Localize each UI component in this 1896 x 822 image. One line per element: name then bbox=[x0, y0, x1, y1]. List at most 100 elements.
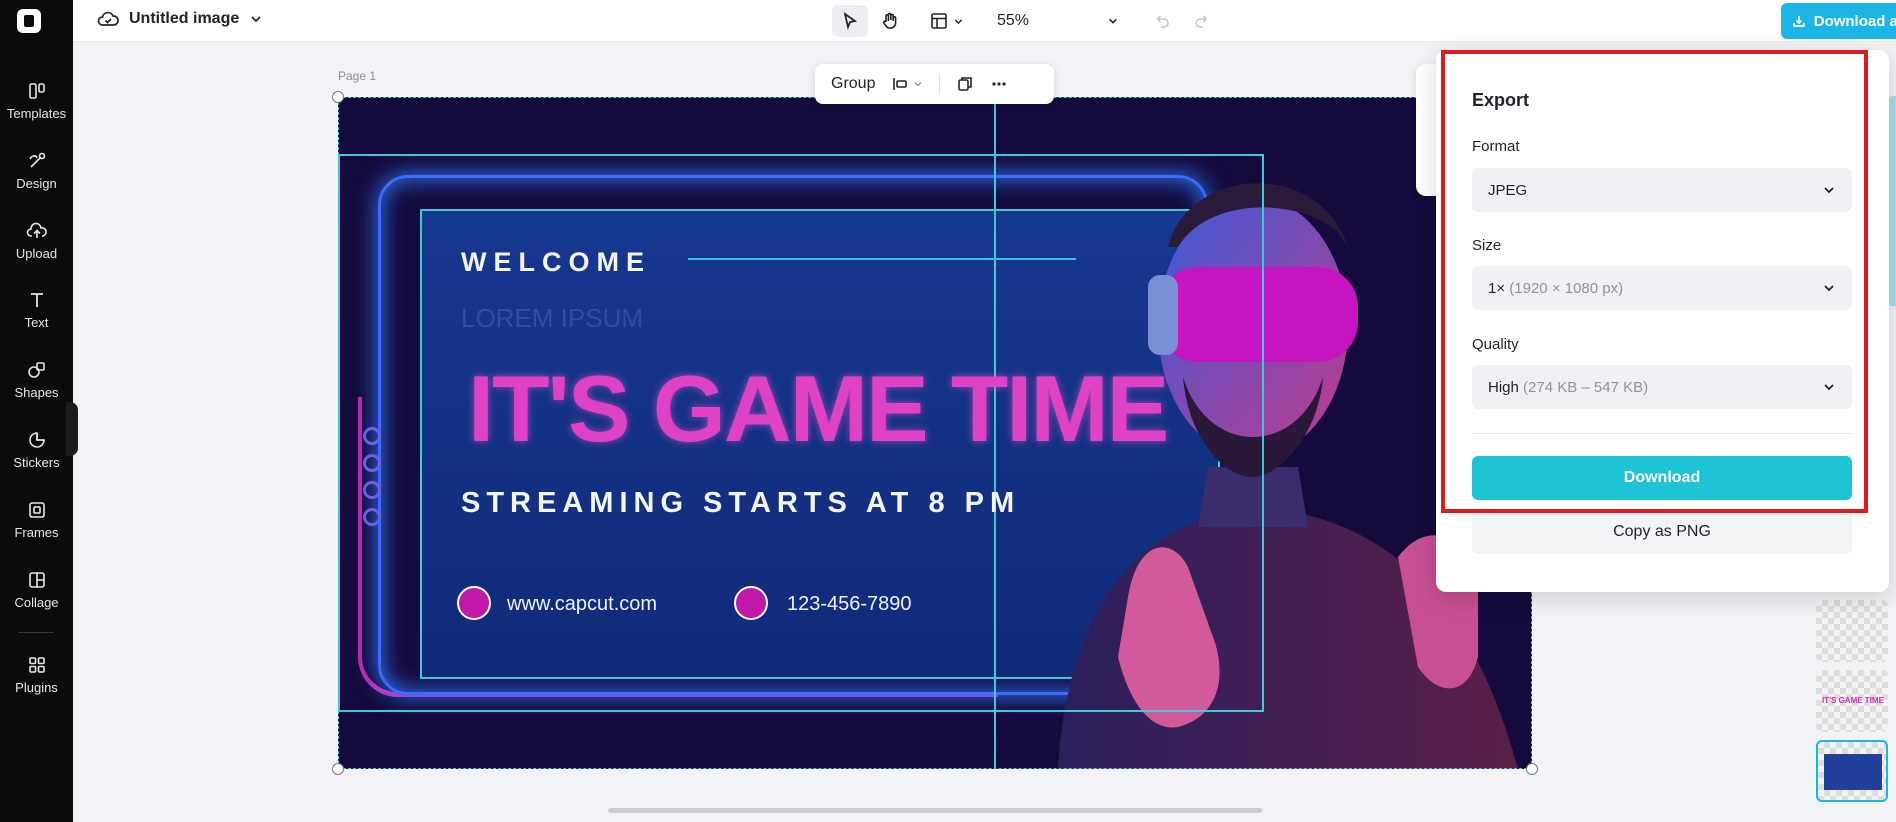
sidebar-item-label: Design bbox=[16, 176, 57, 191]
sidebar-item-label: Collage bbox=[14, 595, 59, 610]
resize-handle-top-left[interactable] bbox=[332, 91, 344, 103]
top-bar: Untitled image 55% Download all bbox=[73, 0, 1896, 42]
sidebar-item-upload[interactable]: Upload bbox=[0, 220, 73, 261]
chevron-down-icon bbox=[915, 82, 922, 87]
size-value: 1× bbox=[1488, 279, 1506, 297]
layout-menu-button[interactable] bbox=[922, 5, 970, 37]
document-title[interactable]: Untitled image bbox=[129, 10, 239, 28]
sidebar-item-label: Upload bbox=[15, 246, 58, 261]
sidebar-item-templates[interactable]: Templates bbox=[0, 80, 73, 121]
format-label: Format bbox=[1472, 138, 1520, 155]
text-icon bbox=[30, 293, 43, 307]
redo-button[interactable] bbox=[1187, 5, 1217, 37]
zoom-level-dropdown[interactable]: 55% bbox=[981, 5, 1045, 37]
cloud-sync-icon bbox=[97, 11, 119, 26]
document-title-area[interactable]: Untitled image bbox=[97, 8, 263, 30]
format-value: JPEG bbox=[1488, 181, 1528, 199]
resize-handle-bottom-right[interactable] bbox=[1526, 763, 1538, 775]
website-text[interactable]: www.capcut.com bbox=[507, 593, 657, 616]
sidebar-item-label: Templates bbox=[6, 106, 67, 121]
thumbnail-layer[interactable] bbox=[1816, 600, 1888, 662]
sidebar-divider bbox=[18, 632, 54, 633]
align-left-icon bbox=[893, 78, 908, 90]
export-title: Export bbox=[1472, 90, 1530, 110]
streaming-text[interactable]: STREAMING STARTS AT 8 PM bbox=[461, 487, 1020, 520]
zoom-chevron-button[interactable] bbox=[1101, 5, 1125, 37]
chevron-down-icon bbox=[1824, 187, 1834, 194]
quality-detail: (274 KB – 547 KB) bbox=[1523, 378, 1649, 396]
thumbnail-headline-text: IT'S GAME TIME bbox=[1822, 696, 1884, 705]
size-label: Size bbox=[1472, 237, 1502, 254]
plugins-grid-icon bbox=[28, 657, 45, 673]
design-icon bbox=[28, 152, 45, 168]
chevron-down-icon bbox=[251, 16, 261, 23]
chevron-down-icon bbox=[1109, 18, 1117, 24]
page-thumbnails: IT'S GAME TIME bbox=[1816, 600, 1888, 810]
sidebar-item-label: Shapes bbox=[14, 385, 59, 400]
sidebar-item-plugins[interactable]: Plugins bbox=[0, 654, 73, 695]
hand-icon bbox=[882, 12, 897, 29]
copy-as-png-button[interactable]: Copy as PNG bbox=[1472, 510, 1852, 554]
sidebar-item-text[interactable]: Text bbox=[0, 289, 73, 330]
frames-icon bbox=[28, 502, 45, 518]
phone-dot-icon bbox=[734, 586, 768, 620]
stickers-icon bbox=[28, 432, 45, 448]
resize-handle-bottom-left[interactable] bbox=[332, 763, 344, 775]
chevron-down-icon bbox=[1824, 384, 1834, 391]
size-detail: (1920 × 1080 px) bbox=[1509, 279, 1624, 297]
layers-icon[interactable] bbox=[956, 75, 974, 93]
align-menu-button[interactable] bbox=[891, 75, 923, 93]
download-button[interactable]: Download bbox=[1472, 456, 1852, 500]
right-panel-edge bbox=[1889, 96, 1896, 306]
sidebar-item-label: Text bbox=[24, 315, 49, 330]
sidebar-item-stickers[interactable]: Stickers bbox=[0, 429, 73, 470]
export-panel: Export Format JPEG Size 1× (1920 × 1080 … bbox=[1436, 50, 1889, 592]
sidebar-item-shapes[interactable]: Shapes bbox=[0, 359, 73, 400]
undo-button[interactable] bbox=[1147, 5, 1177, 37]
hand-tool-button[interactable] bbox=[872, 5, 908, 37]
artboard[interactable]: WELCOME LOREM IPSUM IT'S GAME TIME STREA… bbox=[338, 97, 1532, 769]
sidebar-item-label: Frames bbox=[14, 525, 59, 540]
zoom-level: 55% bbox=[996, 12, 1030, 29]
headline-text[interactable]: IT'S GAME TIME bbox=[468, 355, 1169, 463]
redo-icon bbox=[1195, 15, 1208, 28]
page-label: Page 1 bbox=[338, 69, 377, 83]
welcome-underline bbox=[688, 258, 1076, 260]
export-divider bbox=[1472, 433, 1852, 434]
sidebar-item-label: Stickers bbox=[13, 455, 60, 470]
website-dot-icon bbox=[457, 586, 491, 620]
download-all-button[interactable]: Download all bbox=[1781, 3, 1896, 39]
sidebar-item-collage[interactable]: Collage bbox=[0, 569, 73, 610]
format-select[interactable]: JPEG bbox=[1472, 168, 1852, 212]
templates-icon bbox=[28, 83, 45, 99]
group-button[interactable]: Group bbox=[831, 75, 875, 93]
quality-label: Quality bbox=[1472, 336, 1519, 353]
sidebar-item-design[interactable]: Design bbox=[0, 150, 73, 191]
collage-icon bbox=[28, 572, 45, 588]
shapes-icon bbox=[27, 362, 45, 378]
size-select[interactable]: 1× (1920 × 1080 px) bbox=[1472, 266, 1852, 310]
quality-value: High bbox=[1488, 378, 1519, 396]
download-icon bbox=[1792, 16, 1805, 27]
quality-select[interactable]: High (274 KB – 547 KB) bbox=[1472, 365, 1852, 409]
horizontal-scrollbar[interactable] bbox=[608, 808, 1262, 813]
undo-icon bbox=[1156, 15, 1169, 28]
thumbnail-layer-active[interactable] bbox=[1816, 740, 1888, 802]
sidebar-item-frames[interactable]: Frames bbox=[0, 499, 73, 540]
sidebar-item-label: Plugins bbox=[15, 680, 58, 695]
layout-icon bbox=[930, 13, 947, 29]
thumbnail-blue-shape bbox=[1824, 754, 1882, 790]
more-options-icon[interactable] bbox=[990, 75, 1008, 93]
select-tool-button[interactable] bbox=[832, 5, 868, 37]
cloud-upload-icon bbox=[26, 222, 47, 238]
thumbnail-layer[interactable]: IT'S GAME TIME bbox=[1816, 670, 1888, 732]
welcome-text[interactable]: WELCOME bbox=[461, 247, 651, 278]
lorem-text[interactable]: LOREM IPSUM bbox=[461, 303, 643, 334]
capcut-logo-icon[interactable] bbox=[17, 9, 41, 33]
chevron-down-icon bbox=[1824, 285, 1834, 292]
phone-text[interactable]: 123-456-7890 bbox=[787, 593, 912, 616]
toolbar-divider bbox=[939, 74, 941, 94]
download-all-label: Download all bbox=[1813, 12, 1896, 30]
group-toolbar: Group bbox=[815, 64, 1054, 104]
sidebar-collapse-handle[interactable] bbox=[66, 402, 78, 456]
